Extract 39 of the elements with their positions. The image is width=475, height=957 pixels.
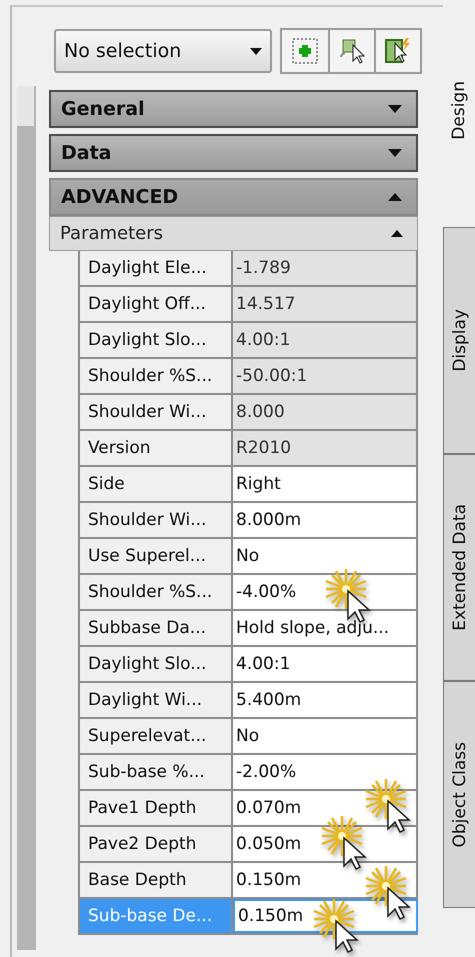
section-header[interactable]: General [49,90,418,128]
section-title: General [61,98,145,120]
property-value[interactable]: 5.400m [233,683,418,717]
collapse-arrow-icon [388,105,402,113]
cursor-lightning-icon [383,37,413,65]
property-value[interactable]: 8.000 [233,395,418,429]
property-value[interactable]: -1.789 [233,251,418,285]
side-tab[interactable]: Display [443,227,475,454]
property-value[interactable]: 4.00:1 [233,323,418,357]
property-value[interactable]: No [233,539,418,573]
property-value[interactable]: -2.00% [233,755,418,789]
section-title: ADVANCED [61,186,178,208]
property-value[interactable]: 4.00:1 [233,647,418,681]
caret-icon [250,48,262,54]
parameters-header[interactable]: Parameters [49,216,418,251]
collapse-arrow-icon [388,193,402,201]
section-header[interactable]: Data [49,134,418,172]
side-tab[interactable]: Extended Data [443,454,475,681]
property-value[interactable]: 14.517 [233,287,418,321]
property-value[interactable]: R2010 [233,431,418,465]
collapse-arrow-icon [391,230,403,237]
section-header[interactable]: ADVANCED [49,178,418,216]
select-objects-button[interactable] [374,30,420,72]
selection-dropdown[interactable]: No selection [54,29,272,73]
section-title: Data [61,142,112,164]
dashed-box-plus-icon [291,37,319,65]
property-value[interactable]: No [233,719,418,753]
scrollbar[interactable] [17,86,36,950]
property-value[interactable]: Hold slope, adju... [233,611,418,645]
parameters-title: Parameters [60,223,164,244]
select-add-button[interactable] [282,30,328,72]
square-cursor-icon [337,37,367,65]
side-tab[interactable]: Object Class [443,681,475,908]
property-value[interactable]: 8.000m [233,503,418,537]
property-value[interactable]: Right [233,467,418,501]
scrollbar-thumb[interactable] [17,86,34,126]
quick-select-button[interactable] [328,30,374,72]
collapse-arrow-icon [388,149,402,157]
property-value[interactable]: -50.00:1 [233,359,418,393]
